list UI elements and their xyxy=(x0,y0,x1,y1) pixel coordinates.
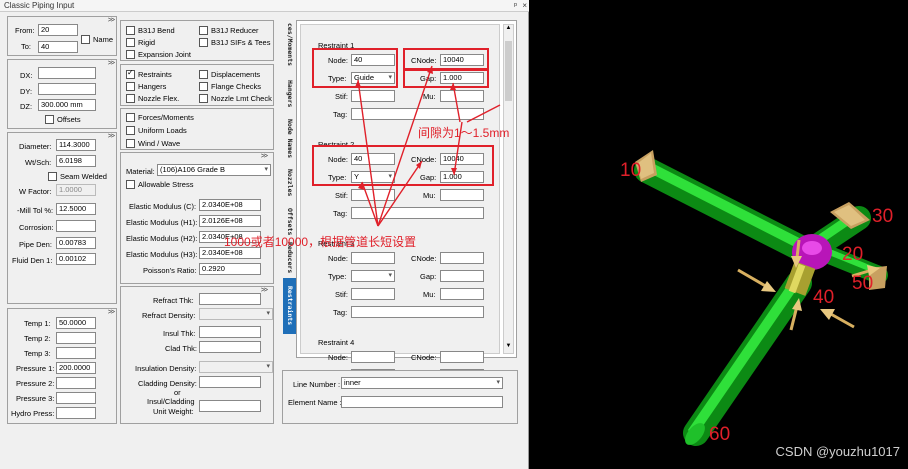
gap-arrow-3 xyxy=(466,104,501,123)
cnode-arrow-1 xyxy=(357,79,379,227)
cnode-arrow-2 xyxy=(377,65,433,227)
arrowhead-icon xyxy=(451,168,457,175)
node-label-50: 50 xyxy=(852,273,874,294)
node-label-30: 30 xyxy=(872,206,894,227)
pipe-segment-10-20[interactable] xyxy=(634,157,817,263)
node-label-40: 40 xyxy=(813,287,835,308)
arrowhead-icon xyxy=(427,66,433,74)
piping-model xyxy=(634,150,888,448)
watermark: CSDN @youzhu1017 xyxy=(775,444,900,459)
arrowhead-icon xyxy=(355,80,361,87)
node-label-20: 20 xyxy=(842,244,864,265)
guide-arrow-icon xyxy=(820,309,855,329)
model-3d-viewport[interactable]: 10 20 30 40 50 60 CSDN @youzhu1017 xyxy=(529,0,908,469)
gap-arrow-2 xyxy=(453,121,463,176)
annotation-arrows xyxy=(355,65,501,227)
cnode-arrow-4 xyxy=(377,160,423,227)
node-label-60: 60 xyxy=(709,424,731,445)
node-label-10: 10 xyxy=(620,160,642,181)
classic-piping-input-panel: Classic Piping Input ᵖ × >> From: 20 To:… xyxy=(0,0,529,469)
pipe-segment-40-60[interactable] xyxy=(681,270,812,448)
restrained-segment[interactable] xyxy=(784,261,816,296)
guide-arrow-icon xyxy=(737,268,776,292)
arrowhead-icon xyxy=(450,83,456,90)
